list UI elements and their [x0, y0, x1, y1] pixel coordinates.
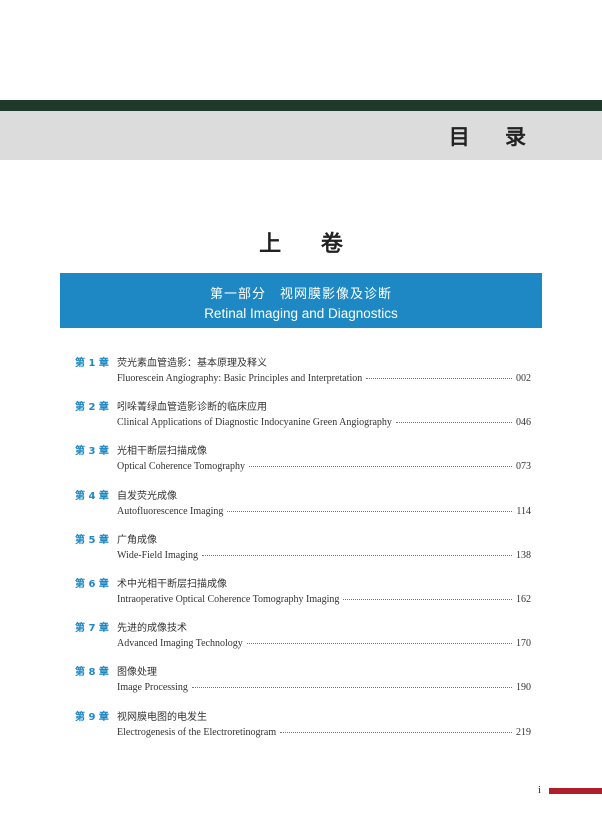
chapter-number: 第 4 章 [75, 490, 109, 502]
chapter-title-en: Clinical Applications of Diagnostic Indo… [117, 417, 392, 429]
chapter-title-cn: 先进的成像技术 [117, 623, 187, 635]
chapter-title-en: Autofluorescence Imaging [117, 505, 224, 517]
dot-leader [280, 731, 512, 733]
chapter-title-en: Wide-Field Imaging [117, 549, 198, 561]
chapter-number: 第 7 章 [75, 623, 109, 635]
chapter-number: 第 3 章 [75, 446, 109, 458]
toc-entry-7[interactable]: 第 7 章先进的成像技术 Advanced Imaging Technology… [75, 619, 531, 663]
chapter-title-cn: 自发荧光成像 [117, 490, 177, 502]
page-number: 138 [516, 549, 531, 561]
chapter-title-en: Intraoperative Optical Coherence Tomogra… [117, 593, 340, 605]
dot-leader [227, 510, 513, 512]
chapter-title-en: Electrogenesis of the Electroretinogram [117, 726, 277, 738]
chapter-number: 第 9 章 [75, 711, 109, 723]
dot-leader [191, 687, 512, 689]
chapter-title-cn: 吲哚菁绿血管造影诊断的临床应用 [117, 402, 267, 414]
chapter-title-en: Optical Coherence Tomography [117, 461, 245, 473]
dot-leader [343, 598, 512, 600]
volume-title: 上 卷 [259, 231, 359, 257]
part-title-cn: 第一部分 视网膜影像及诊断 [209, 287, 392, 302]
page-number: 114 [516, 505, 531, 517]
toc-entry-8[interactable]: 第 8 章图像处理 Image Processing 190 [75, 663, 531, 707]
folio-accent-bar [549, 788, 602, 794]
chapter-title-cn: 视网膜电图的电发生 [117, 711, 207, 723]
toc-entry-3[interactable]: 第 3 章光相干断层扫描成像 Optical Coherence Tomogra… [75, 442, 531, 486]
toc-entry-9[interactable]: 第 9 章视网膜电图的电发生 Electrogenesis of the Ele… [75, 708, 531, 752]
chapter-title-cn: 广角成像 [117, 534, 157, 546]
chapter-number: 第 8 章 [75, 667, 109, 679]
page-number: 219 [516, 726, 531, 738]
dot-leader [366, 378, 512, 379]
chapter-title-en: Fluorescein Angiography: Basic Principle… [117, 373, 363, 384]
chapter-title-cn: 光相干断层扫描成像 [117, 446, 207, 458]
chapter-number: 第 5 章 [75, 534, 109, 546]
dot-leader [201, 554, 512, 556]
part-banner: 第一部分 视网膜影像及诊断 Retinal Imaging and Diagno… [60, 273, 542, 328]
chapter-title-en: Advanced Imaging Technology [117, 638, 243, 650]
page-number: 190 [516, 682, 531, 694]
toc-entry-2[interactable]: 第 2 章吲哚菁绿血管造影诊断的临床应用 Clinical Applicatio… [75, 398, 531, 442]
toc-entry-1[interactable]: 第 1 章荧光素血管造影：基本原理及释义 Fluorescein Angiogr… [75, 354, 531, 398]
dot-leader [248, 466, 512, 468]
chapter-title-cn: 图像处理 [117, 667, 157, 679]
dot-leader [395, 422, 512, 424]
chapter-title-en: Image Processing [117, 682, 188, 694]
header-band: 目 录 [0, 111, 602, 160]
chapter-title-cn: 术中光相干断层扫描成像 [117, 578, 227, 590]
chapter-title-cn: 荧光素血管造影：基本原理及释义 [117, 358, 267, 369]
page-number: 046 [516, 417, 531, 429]
part-title-en: Retinal Imaging and Diagnostics [204, 306, 398, 321]
page-number: 170 [516, 638, 531, 650]
chapter-number: 第 6 章 [75, 578, 109, 590]
top-dark-bar [0, 100, 602, 111]
toc-entry-4[interactable]: 第 4 章自发荧光成像 Autofluorescence Imaging 114 [75, 487, 531, 531]
toc-entry-5[interactable]: 第 5 章广角成像 Wide-Field Imaging 138 [75, 531, 531, 575]
page-title: 目 录 [448, 124, 540, 149]
page-number: 162 [516, 593, 531, 605]
page-folio: i [538, 784, 542, 796]
page-number: 002 [516, 373, 531, 384]
toc-entry-6[interactable]: 第 6 章术中光相干断层扫描成像 Intraoperative Optical … [75, 575, 531, 619]
chapter-number: 第 1 章 [75, 358, 109, 369]
table-of-contents: 第 1 章荧光素血管造影：基本原理及释义 Fluorescein Angiogr… [75, 354, 531, 752]
dot-leader [246, 643, 512, 645]
page-number: 073 [516, 461, 531, 473]
chapter-number: 第 2 章 [75, 402, 109, 414]
